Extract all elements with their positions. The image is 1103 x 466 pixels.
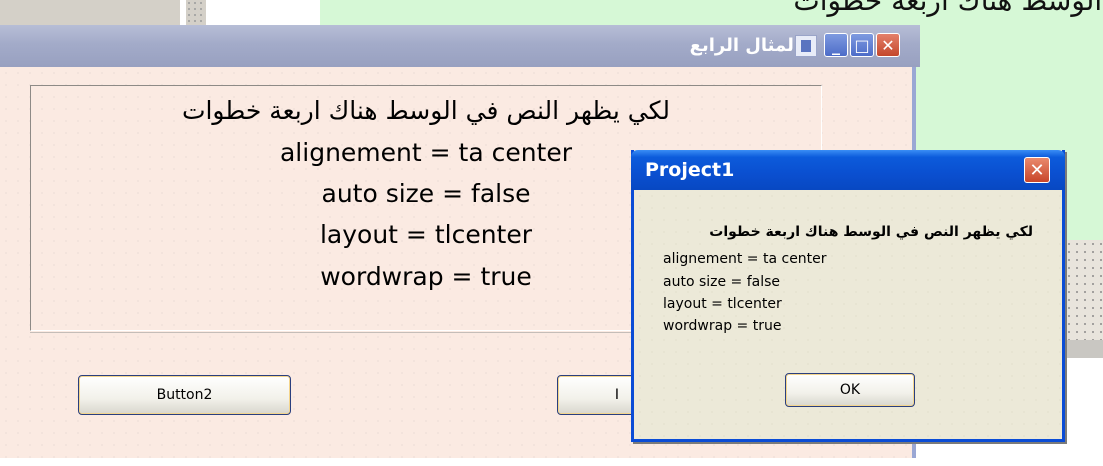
label-line-arabic: لكي يظهر النص في الوسط هناك اربعة خطوات (181, 96, 671, 125)
ide-white-area (1065, 358, 1103, 466)
dialog-line-layout: layout = tlcenter (663, 296, 782, 312)
ok-button[interactable]: OK (785, 373, 915, 407)
dialog-line-wordwrap: wordwrap = true (663, 318, 782, 334)
ide-scroll-strip (1065, 340, 1103, 358)
form-title: المثال الرابع (689, 35, 800, 56)
dialog-close-button[interactable]: ✕ (1024, 157, 1050, 183)
form-bottom-edge (0, 458, 920, 466)
form-titlebar[interactable]: المثال الرابع _ □ ✕ (0, 25, 920, 67)
dialog-title: Project1 (645, 159, 735, 181)
dialog-titlebar[interactable]: Project1 ✕ (631, 150, 1065, 190)
dialog-line-autosize: auto size = false (663, 274, 781, 290)
message-dialog: Project1 ✕ لكي يظهر النص في الوسط هناك ا… (631, 150, 1065, 442)
form-app-icon (795, 35, 817, 57)
ide-dotted-grid-right (1065, 240, 1103, 340)
dialog-line-alignment: alignement = ta center (663, 251, 827, 267)
button2[interactable]: Button2 (78, 375, 291, 415)
dialog-line-arabic: لكي يظهر النص في الوسط هناك اربعة خطوات (709, 224, 1033, 240)
maximize-button[interactable]: □ (850, 33, 874, 57)
minimize-button[interactable]: _ (824, 33, 848, 57)
close-button[interactable]: ✕ (876, 33, 900, 57)
background-label-text: لكي يظهر النص في الوسط هناك اربعة خطوات (793, 0, 1103, 17)
